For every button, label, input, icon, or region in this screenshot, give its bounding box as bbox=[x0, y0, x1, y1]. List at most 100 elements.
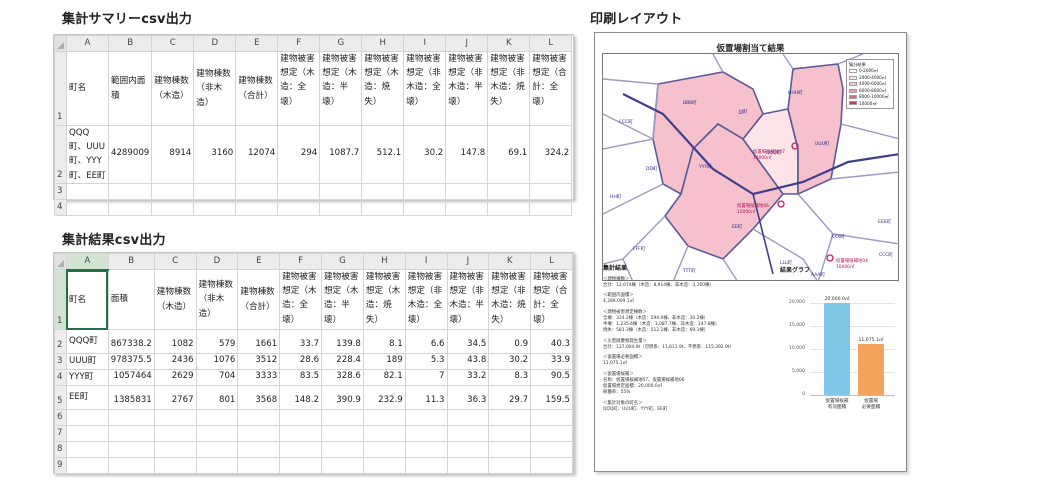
empty-cell[interactable] bbox=[237, 425, 281, 442]
cell[interactable]: 1082 bbox=[153, 329, 197, 354]
header-cell-selected[interactable]: 町名 bbox=[65, 269, 109, 330]
cell[interactable]: 40.3 bbox=[530, 329, 573, 354]
empty-cell[interactable] bbox=[107, 198, 153, 216]
empty-cell[interactable] bbox=[65, 425, 109, 442]
header-cell[interactable]: 建物棟数（合計） bbox=[237, 269, 281, 330]
header-cell[interactable]: 建物被害想定（非木造：焼失） bbox=[488, 269, 532, 330]
empty-cell[interactable] bbox=[151, 182, 195, 200]
empty-cell[interactable] bbox=[237, 409, 281, 426]
column-header[interactable]: K bbox=[487, 35, 531, 52]
cell[interactable]: 36.3 bbox=[446, 385, 490, 410]
column-header[interactable]: B bbox=[107, 35, 153, 52]
cell[interactable]: 159.5 bbox=[530, 385, 573, 410]
cell[interactable]: 69.1 bbox=[487, 125, 531, 184]
cell[interactable]: 801 bbox=[195, 385, 239, 410]
empty-cell[interactable] bbox=[403, 198, 447, 216]
empty-cell[interactable] bbox=[361, 198, 405, 216]
empty-cell[interactable] bbox=[107, 441, 155, 458]
row-header[interactable]: 7 bbox=[54, 425, 67, 442]
empty-cell[interactable] bbox=[193, 182, 237, 200]
cell[interactable]: 33.2 bbox=[446, 369, 490, 386]
row-header[interactable]: 5 bbox=[54, 385, 67, 410]
header-cell[interactable]: 建物被害想定（非木造：全壊） bbox=[404, 269, 448, 330]
empty-cell[interactable] bbox=[362, 425, 406, 442]
header-cell[interactable]: 建物棟数（非木造） bbox=[195, 269, 239, 330]
cell[interactable]: 147.8 bbox=[445, 125, 489, 184]
column-header[interactable]: G bbox=[321, 253, 364, 270]
select-all-corner[interactable] bbox=[54, 253, 67, 270]
cell[interactable]: 148.2 bbox=[279, 385, 323, 410]
cell[interactable]: 0.9 bbox=[488, 329, 532, 354]
cell[interactable]: 512.1 bbox=[361, 125, 405, 184]
empty-cell[interactable] bbox=[488, 425, 532, 442]
empty-cell[interactable] bbox=[235, 198, 279, 216]
column-header[interactable]: E bbox=[235, 35, 279, 52]
cell[interactable]: 1661 bbox=[237, 329, 281, 354]
empty-cell[interactable] bbox=[279, 409, 323, 426]
cell[interactable]: 28.6 bbox=[279, 353, 323, 370]
empty-cell[interactable] bbox=[235, 182, 279, 200]
empty-cell[interactable] bbox=[195, 425, 239, 442]
cell[interactable]: 189 bbox=[362, 353, 406, 370]
cell[interactable]: 324.2 bbox=[529, 125, 573, 184]
cell[interactable]: 8.1 bbox=[362, 329, 406, 354]
column-header[interactable]: K bbox=[488, 253, 532, 270]
cell[interactable]: 11.3 bbox=[404, 385, 448, 410]
cell[interactable]: 139.8 bbox=[321, 329, 364, 354]
empty-cell[interactable] bbox=[404, 441, 448, 458]
cell[interactable]: 867338.2 bbox=[107, 329, 155, 354]
column-header[interactable]: H bbox=[362, 253, 406, 270]
column-header-selected[interactable]: A bbox=[65, 253, 109, 271]
empty-cell[interactable] bbox=[319, 182, 363, 200]
cell[interactable]: 232.9 bbox=[362, 385, 406, 410]
empty-cell[interactable] bbox=[321, 441, 364, 458]
header-cell[interactable]: 建物被害想定（合計：全壊） bbox=[529, 51, 573, 126]
row-header[interactable]: 2 bbox=[54, 125, 67, 184]
empty-cell[interactable] bbox=[153, 457, 197, 474]
empty-cell[interactable] bbox=[404, 457, 448, 474]
cell[interactable]: 6.6 bbox=[404, 329, 448, 354]
row-header[interactable]: 1 bbox=[54, 51, 67, 126]
empty-cell[interactable] bbox=[195, 441, 239, 458]
cell[interactable]: 328.6 bbox=[321, 369, 364, 386]
cell[interactable]: 704 bbox=[195, 369, 239, 386]
header-cell[interactable]: 建物被害想定（非木造：半壊） bbox=[446, 269, 490, 330]
empty-cell[interactable] bbox=[361, 182, 405, 200]
cell-town[interactable]: UUU町 bbox=[65, 353, 109, 370]
column-header[interactable]: F bbox=[279, 253, 323, 270]
empty-cell[interactable] bbox=[530, 441, 573, 458]
cell-town[interactable]: EE町 bbox=[65, 385, 109, 410]
row-header[interactable]: 4 bbox=[54, 198, 67, 216]
cell[interactable]: 3160 bbox=[193, 125, 237, 184]
column-header[interactable]: H bbox=[361, 35, 405, 52]
empty-cell[interactable] bbox=[237, 457, 281, 474]
header-cell[interactable]: 建物棟数（非木造） bbox=[193, 51, 237, 126]
empty-cell[interactable] bbox=[153, 441, 197, 458]
empty-cell[interactable] bbox=[193, 198, 237, 216]
column-header[interactable]: C bbox=[153, 253, 197, 270]
empty-cell[interactable] bbox=[445, 182, 489, 200]
column-header[interactable]: G bbox=[319, 35, 363, 52]
cell-town-names[interactable]: QQQ町、UUU町、YYY町、EE町 bbox=[66, 125, 109, 184]
empty-cell[interactable] bbox=[487, 182, 531, 200]
empty-cell[interactable] bbox=[488, 409, 532, 426]
column-header[interactable]: I bbox=[403, 35, 447, 52]
cell[interactable]: 1385831 bbox=[107, 385, 155, 410]
cell[interactable]: 3333 bbox=[237, 369, 281, 386]
empty-cell[interactable] bbox=[66, 182, 109, 200]
header-cell[interactable]: 範囲内面積 bbox=[107, 51, 153, 126]
cell[interactable]: 33.7 bbox=[279, 329, 323, 354]
cell[interactable]: 2767 bbox=[153, 385, 197, 410]
cell[interactable]: 12074 bbox=[235, 125, 279, 184]
header-cell[interactable]: 建物被害想定（木造：焼失） bbox=[361, 51, 405, 126]
empty-cell[interactable] bbox=[279, 441, 323, 458]
row-header-selected[interactable]: 1 bbox=[54, 269, 67, 330]
header-cell[interactable]: 建物被害想定（木造：半壊） bbox=[319, 51, 363, 126]
row-header[interactable]: 4 bbox=[54, 369, 67, 386]
column-header[interactable]: D bbox=[195, 253, 239, 270]
cell[interactable]: 3512 bbox=[237, 353, 281, 370]
header-cell[interactable]: 建物被害想定（木造：半壊） bbox=[321, 269, 364, 330]
column-header[interactable]: C bbox=[151, 35, 195, 52]
cell[interactable]: 3568 bbox=[237, 385, 281, 410]
header-cell[interactable]: 建物被害想定（木造：焼失） bbox=[362, 269, 406, 330]
